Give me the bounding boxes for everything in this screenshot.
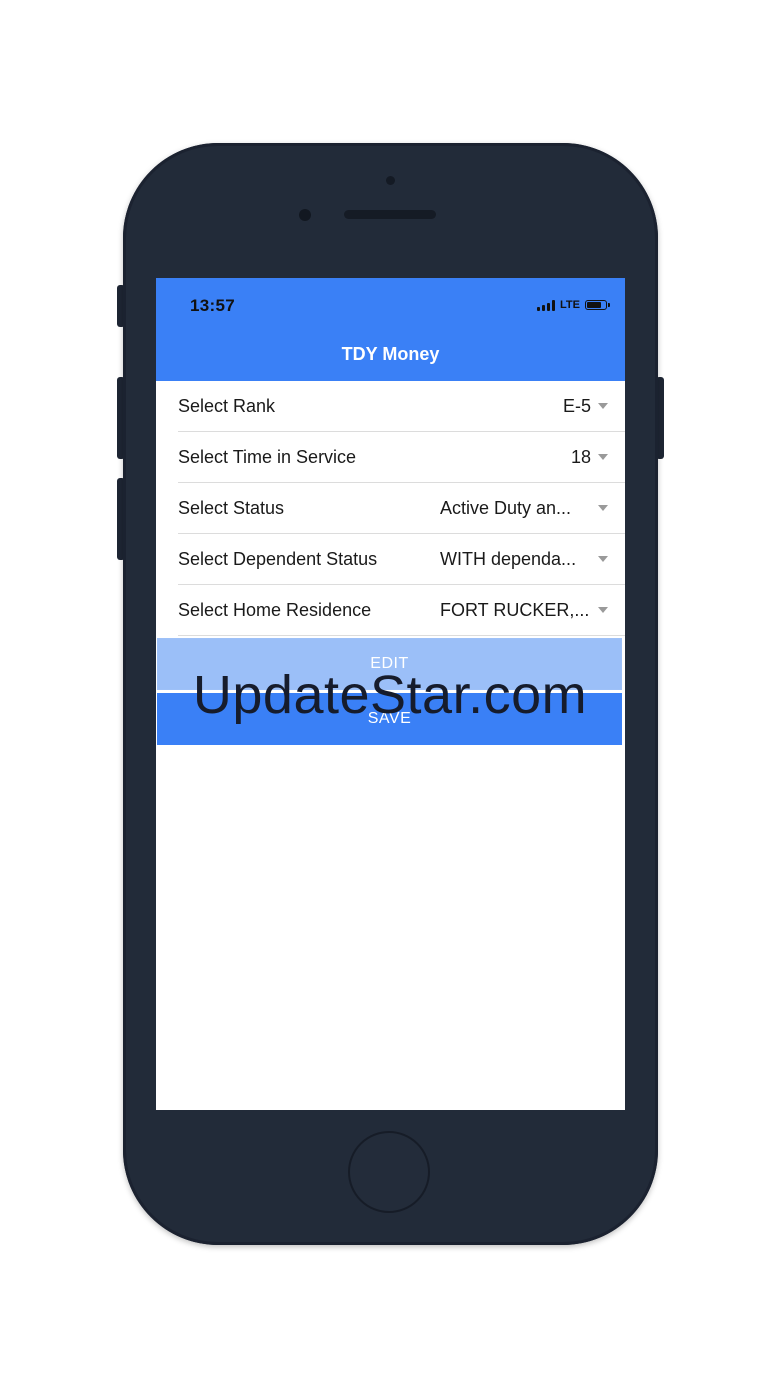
earpiece-speaker — [344, 210, 436, 219]
home-button[interactable] — [348, 1131, 430, 1213]
battery-icon — [585, 300, 610, 310]
camera-icon — [386, 176, 395, 185]
rank-select[interactable]: Select Rank E-5 — [178, 381, 625, 432]
home-residence-select[interactable]: Select Home Residence FORT RUCKER,... — [178, 585, 625, 636]
caret-down-icon — [598, 556, 608, 562]
page-title: TDY Money — [341, 344, 440, 364]
dependent-status-select[interactable]: Select Dependent Status WITH dependa... — [178, 534, 625, 585]
home-residence-label: Select Home Residence — [178, 600, 372, 620]
caret-down-icon — [598, 607, 608, 613]
app-header: 13:57 LTE TDY Money — [156, 278, 625, 381]
status-label: Select Status — [178, 498, 285, 518]
status-indicators: LTE — [537, 298, 610, 312]
time-in-service-select[interactable]: Select Time in Service 18 — [178, 432, 625, 483]
caret-down-icon — [598, 505, 608, 511]
dependent-status-label: Select Dependent Status — [178, 549, 378, 569]
time-in-service-label: Select Time in Service — [178, 447, 357, 467]
front-sensor — [299, 209, 311, 221]
watermark-text: UpdateStar.com — [192, 665, 588, 725]
home-residence-value: FORT RUCKER,... — [440, 600, 590, 620]
settings-form: Select Rank E-5 Select Time in Service 1… — [156, 381, 625, 636]
network-label: LTE — [560, 299, 580, 311]
status-select[interactable]: Select Status Active Duty an... — [178, 483, 625, 534]
signal-icon — [537, 299, 556, 311]
status-value: Active Duty an... — [440, 498, 572, 518]
caret-down-icon — [598, 403, 608, 409]
rank-value: E-5 — [562, 396, 591, 416]
stage: 13:57 LTE TDY Money Select Rank E-5 Sele… — [0, 0, 780, 1387]
dependent-status-value: WITH dependa... — [440, 549, 577, 569]
time-in-service-value: 18 — [570, 447, 591, 467]
rank-label: Select Rank — [178, 396, 276, 416]
caret-down-icon — [598, 454, 608, 460]
status-time: 13:57 — [190, 296, 235, 315]
